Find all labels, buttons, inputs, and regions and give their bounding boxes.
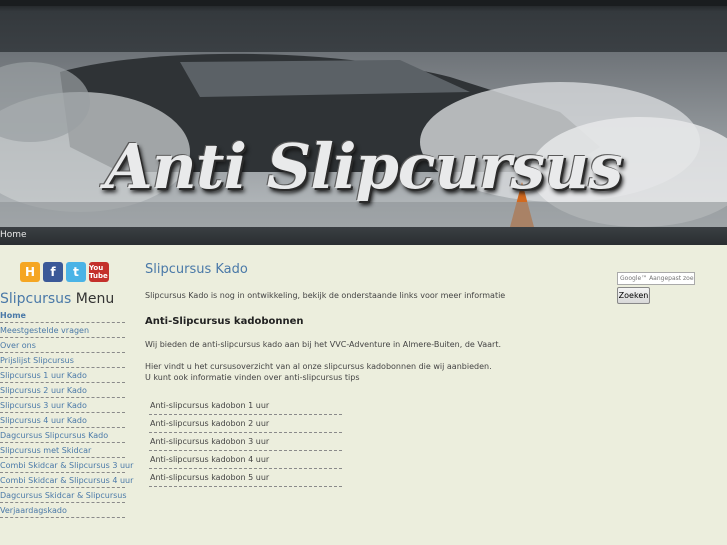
paragraph-2-line-1: Hier vindt u het cursusoverzicht van al … [145,362,492,371]
section-heading: Anti-Slipcursus kadobonnen [145,316,304,327]
twitter-icon[interactable]: t [66,262,86,282]
sidebar-menu: Home Meestgestelde vragen Over ons Prijs… [0,308,133,518]
facebook-icon[interactable]: f [43,262,63,282]
sidebar-item-4-hour[interactable]: Slipcursus 4 uur Kado [0,413,125,428]
sidebar-item-about[interactable]: Over ons [0,338,125,353]
page-title: Slipcursus Kado [145,262,248,277]
kadobon-link-5[interactable]: Anti-slipcursus kadobon 5 uur [149,469,342,487]
search-button[interactable]: Zoeken [617,287,650,304]
kadobon-link-4[interactable]: Anti-slipcursus kadobon 4 uur [149,451,342,469]
nav-home-link[interactable]: Home [0,230,27,240]
sidebar-title: Slipcursus Menu [0,291,114,307]
kadobon-link-2[interactable]: Anti-slipcursus kadobon 2 uur [149,415,342,433]
kadobon-links: Anti-slipcursus kadobon 1 uur Anti-slipc… [149,397,342,487]
sidebar-item-combi-4[interactable]: Combi Skidcar & Slipcursus 4 uur [0,473,133,488]
social-icons: H f t You Tube [20,262,109,282]
banner-title: Anti Slipcursus [104,130,624,203]
sidebar-title-rest: Menu [71,291,115,307]
sidebar-item-day-skidcar[interactable]: Dagcursus Skidcar & Slipcursus [0,488,127,503]
youtube-icon[interactable]: You Tube [89,262,109,282]
sidebar-item-home[interactable]: Home [0,308,125,323]
intro-text: Slipcursus Kado is nog in ontwikkeling, … [145,291,506,300]
kadobon-link-1[interactable]: Anti-slipcursus kadobon 1 uur [149,397,342,415]
main-content: Slipcursus Kado Slipcursus Kado is nog i… [145,262,605,487]
sidebar-title-highlight: Slipcursus [0,291,72,307]
top-bar [0,0,727,52]
kadobon-link-3[interactable]: Anti-slipcursus kadobon 3 uur [149,433,342,451]
sidebar-item-3-hour[interactable]: Slipcursus 3 uur Kado [0,398,125,413]
sidebar-item-2-hour[interactable]: Slipcursus 2 uur Kado [0,383,125,398]
sidebar-item-skidcar[interactable]: Slipcursus met Skidcar [0,443,125,458]
sidebar-item-combi-3[interactable]: Combi Skidcar & Slipcursus 3 uur [0,458,133,473]
search-box: Zoeken [617,265,695,304]
main-nav: Home [0,227,727,245]
sidebar-item-birthday[interactable]: Verjaardagskado [0,503,125,518]
paragraph-1: Wij bieden de anti-slipcursus kado aan b… [145,340,501,349]
sidebar-item-pricelist[interactable]: Prijslijst Slipcursus [0,353,125,368]
header-banner: Anti Slipcursus [0,52,727,227]
hyves-icon[interactable]: H [20,262,40,282]
sidebar-item-faq[interactable]: Meestgestelde vragen [0,323,125,338]
paragraph-2-line-2: U kunt ook informatie vinden over anti-s… [145,373,360,382]
search-input[interactable] [617,272,695,285]
sidebar-item-day-course[interactable]: Dagcursus Slipcursus Kado [0,428,125,443]
sidebar-item-1-hour[interactable]: Slipcursus 1 uur Kado [0,368,125,383]
